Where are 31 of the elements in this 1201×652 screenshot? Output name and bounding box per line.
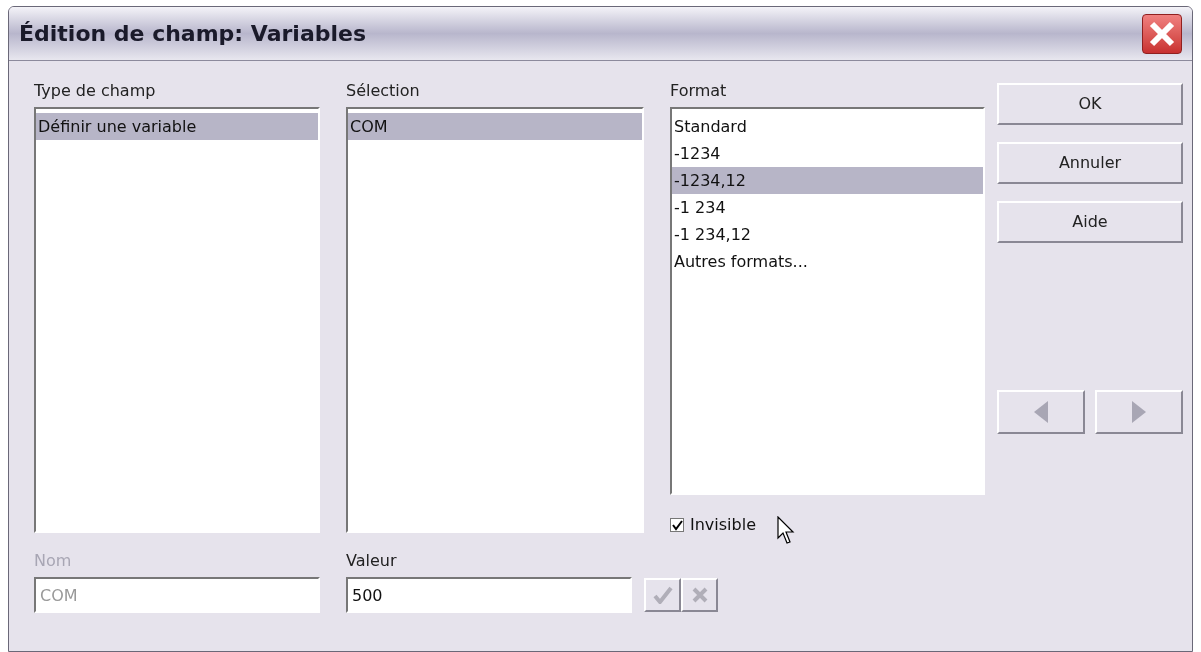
list-label: Type de champ	[34, 80, 157, 102]
list-item[interactable]: -1 234,12	[672, 221, 983, 248]
field-label: Nom	[34, 550, 73, 572]
list-item[interactable]: -1234	[672, 140, 983, 167]
list-box[interactable]: Standard -1234 -1234,12 -1 234 -1 234,12 Autres formats...	[670, 107, 985, 495]
list-label: Format	[670, 80, 728, 102]
list-box[interactable]: COM	[346, 107, 644, 533]
close-button[interactable]	[1142, 13, 1182, 54]
list-item[interactable]: Autres formats...	[672, 248, 983, 275]
dialog-button[interactable]: OK	[997, 83, 1183, 125]
left-triangle-icon	[1034, 401, 1048, 423]
list-label: Sélection	[346, 80, 421, 102]
checkbox-label: Invisible	[690, 514, 756, 536]
right-triangle-icon	[1132, 401, 1146, 423]
close-icon	[1148, 19, 1176, 48]
dialog-button[interactable]: Annuler	[997, 142, 1183, 184]
checkmark-icon	[652, 586, 673, 604]
window-title: Édition de champ: Variables	[19, 20, 367, 48]
list-item[interactable]: COM	[348, 113, 642, 140]
list-item[interactable]: Standard	[672, 113, 983, 140]
field-label: Valeur	[346, 550, 398, 572]
checkbox[interactable]	[670, 518, 684, 532]
list-item[interactable]: -1 234	[672, 194, 983, 221]
list-item[interactable]: -1234,12	[672, 167, 983, 194]
cross-icon	[690, 586, 709, 604]
list-box[interactable]: Définir une variable	[34, 107, 320, 533]
checkmark-icon	[671, 519, 683, 531]
dialog-button[interactable]: Aide	[997, 201, 1183, 243]
list-item[interactable]: Définir une variable	[36, 113, 318, 140]
mouse-pointer-icon	[777, 516, 797, 546]
input-field[interactable]: 500	[346, 577, 632, 613]
